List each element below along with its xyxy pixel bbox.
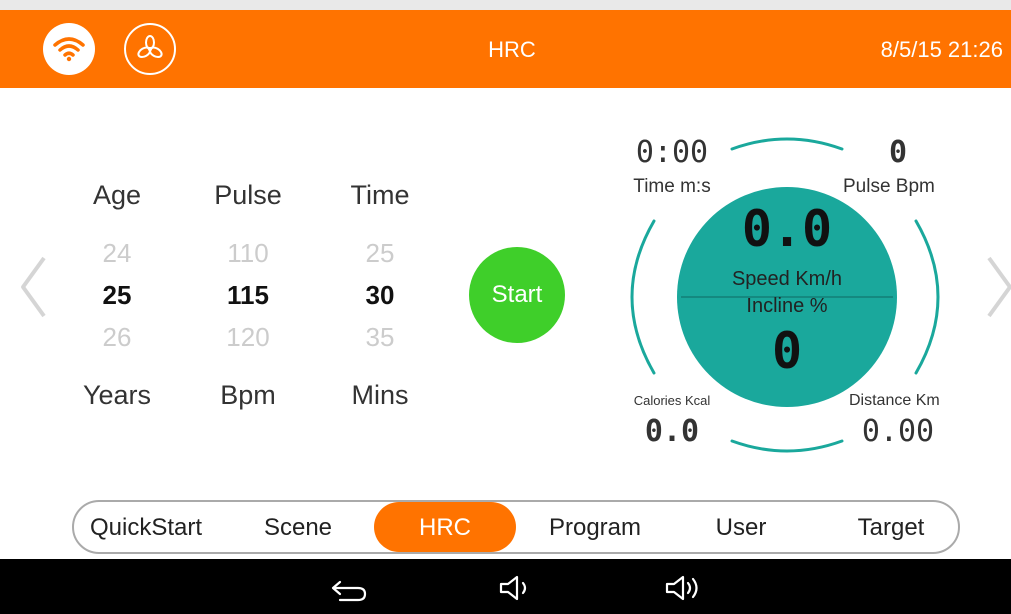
age-header: Age — [92, 180, 142, 210]
pulse-readout: 0 — [888, 135, 908, 170]
volume-down-icon[interactable] — [497, 572, 537, 604]
pulse-unit: Bpm — [220, 380, 276, 410]
tab-quickstart[interactable]: QuickStart — [76, 502, 216, 552]
age-unit: Years — [82, 380, 152, 410]
time-next[interactable]: 35 — [330, 322, 430, 353]
time-header: Time — [350, 180, 410, 210]
age-next[interactable]: 26 — [67, 322, 167, 353]
tab-target[interactable]: Target — [836, 502, 946, 552]
tab-user[interactable]: User — [696, 502, 786, 552]
time-label: Time m:s — [633, 176, 711, 197]
incline-label: Incline % — [746, 295, 828, 317]
time-readout: 0:00 — [635, 135, 709, 170]
start-button[interactable]: Start — [469, 247, 565, 343]
pulse-next[interactable]: 120 — [198, 322, 298, 353]
pulse-label: Pulse Bpm — [843, 176, 935, 197]
wifi-icon[interactable] — [43, 23, 95, 75]
age-value[interactable]: 25 — [67, 280, 167, 311]
calories-readout: 0.0 — [644, 414, 700, 449]
chevron-right-icon[interactable] — [985, 255, 1011, 319]
date-time: 8/5/15 21:26 — [880, 37, 1003, 62]
time-value[interactable]: 30 — [330, 280, 430, 311]
page-title: HRC — [488, 37, 536, 62]
pulse-prev[interactable]: 110 — [198, 238, 298, 269]
volume-up-icon[interactable] — [663, 572, 705, 604]
time-prev[interactable]: 25 — [330, 238, 430, 269]
distance-readout: 0.00 — [861, 414, 935, 449]
back-arrow-icon[interactable] — [328, 574, 370, 604]
pulse-header: Pulse — [214, 180, 282, 210]
chevron-left-icon[interactable] — [18, 255, 48, 319]
mode-tab-bar: QuickStart Scene HRC Program User Target — [72, 500, 960, 554]
incline-readout: 0 — [771, 322, 803, 380]
calories-label: Calories Kcal — [633, 393, 711, 408]
distance-label: Distance Km — [849, 392, 940, 409]
age-prev[interactable]: 24 — [67, 238, 167, 269]
fan-icon[interactable] — [124, 23, 176, 75]
tab-scene[interactable]: Scene — [248, 502, 348, 552]
speed-label: Speed Km/h — [731, 268, 843, 290]
pulse-value[interactable]: 115 — [198, 280, 298, 311]
speed-readout: 0.0 — [741, 200, 833, 258]
time-unit: Mins — [351, 380, 409, 410]
tab-hrc[interactable]: HRC — [374, 502, 516, 552]
tab-program[interactable]: Program — [534, 502, 656, 552]
